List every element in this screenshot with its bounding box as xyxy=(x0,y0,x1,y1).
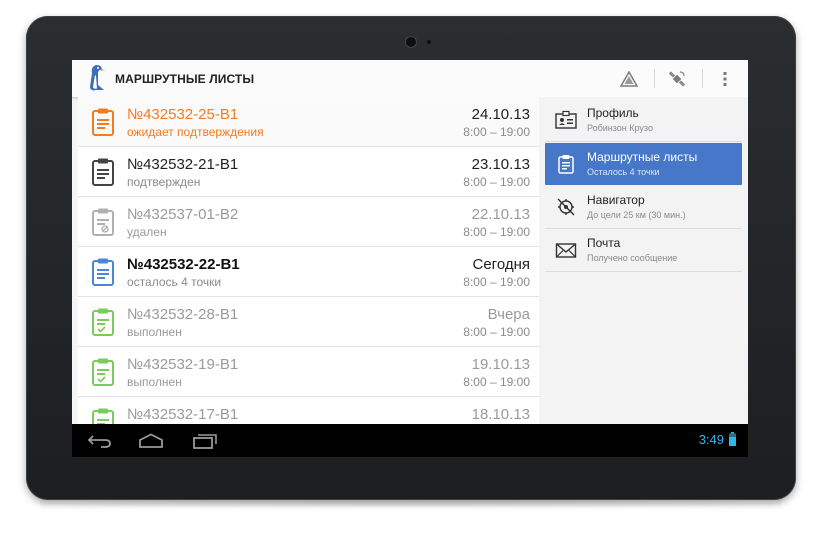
overflow-menu-icon xyxy=(723,71,727,86)
profile-card-icon xyxy=(555,110,577,129)
route-time: 8:00 – 19:00 xyxy=(463,175,530,189)
route-item[interactable]: №432532-28-В1 выполнен Вчера 8:00 – 19:0… xyxy=(78,297,539,347)
back-icon xyxy=(87,434,111,448)
route-time: 8:00 – 19:00 xyxy=(463,325,530,339)
warning-button[interactable] xyxy=(606,60,652,97)
back-button[interactable] xyxy=(82,429,118,452)
navigation-sidebar: Профиль Робинзон Крузо Маршрутные листы … xyxy=(539,97,748,424)
penguin-logo-icon[interactable] xyxy=(84,63,110,93)
route-status: выполнен xyxy=(127,325,182,339)
action-bar: МАРШРУТНЫЕ ЛИСТЫ xyxy=(72,60,748,98)
clipboard-done-icon xyxy=(92,308,114,336)
route-status: удален xyxy=(127,225,167,239)
route-time: 8:00 – 19:00 xyxy=(463,275,530,289)
route-date: Вчера xyxy=(487,306,530,323)
sidebar-item-title: Маршрутные листы xyxy=(587,150,698,164)
sidebar-item-title: Почта xyxy=(587,236,621,250)
route-status: ожидает подтверждения xyxy=(127,125,264,139)
route-item[interactable]: №432532-22-В1 осталось 4 точки Сегодня 8… xyxy=(78,247,539,297)
gps-button[interactable] xyxy=(654,60,700,97)
route-number: №432532-21-В1 xyxy=(127,156,239,173)
route-item[interactable]: №432537-01-В2 удален 22.10.13 8:00 – 19:… xyxy=(78,197,539,247)
route-date: 22.10.13 xyxy=(471,206,530,223)
home-button[interactable] xyxy=(133,429,169,452)
route-date: Сегодня xyxy=(472,256,531,273)
route-number: №432532-25-В1 xyxy=(127,106,239,123)
route-status: осталось 4 точки xyxy=(127,275,222,289)
device-screen: МАРШРУТНЫЕ ЛИСТЫ №432532-25-В1 ожидает п… xyxy=(72,60,748,457)
route-item[interactable]: №432532-19-В1 выполнен 19.10.13 8:00 – 1… xyxy=(78,347,539,397)
sidebar-item-title: Профиль xyxy=(587,106,639,120)
battery-icon xyxy=(729,432,736,446)
clipboard-pending-icon xyxy=(92,108,114,136)
clipboard-icon xyxy=(558,155,574,174)
route-list[interactable]: №432532-25-В1 ожидает подтверждения 24.1… xyxy=(78,97,540,424)
recent-apps-icon xyxy=(193,433,217,449)
recent-apps-button[interactable] xyxy=(187,429,223,452)
sidebar-item-routes[interactable]: Маршрутные листы Осталось 4 точки xyxy=(545,143,742,185)
clipboard-done-icon xyxy=(92,358,114,386)
overflow-menu-button[interactable] xyxy=(702,60,748,97)
gps-satellite-icon xyxy=(668,70,686,87)
route-date: 18.10.13 xyxy=(471,406,530,423)
warning-icon xyxy=(620,70,638,87)
clipboard-done-icon xyxy=(92,408,114,424)
sidebar-item-subtitle: Получено сообщение xyxy=(587,253,678,263)
route-status: подтвержден xyxy=(127,175,201,189)
route-number: №432532-17-В1 xyxy=(127,406,239,423)
clipboard-deleted-icon xyxy=(92,208,114,236)
route-number: №432532-22-В1 xyxy=(127,256,240,273)
app-title: МАРШРУТНЫЕ ЛИСТЫ xyxy=(115,72,255,86)
front-camera xyxy=(406,37,416,47)
route-item[interactable]: №432532-25-В1 ожидает подтверждения 24.1… xyxy=(78,97,539,147)
sidebar-item-mail[interactable]: Почта Получено сообщение xyxy=(545,229,742,272)
home-icon xyxy=(139,432,163,448)
sidebar-item-subtitle: До цели 25 км (30 мин.) xyxy=(587,210,686,220)
route-item[interactable]: №432532-21-В1 подтвержден 23.10.13 8:00 … xyxy=(78,147,539,197)
route-number: №432537-01-В2 xyxy=(127,206,239,223)
route-date: 23.10.13 xyxy=(471,156,530,173)
route-time: 8:00 – 19:00 xyxy=(463,375,530,389)
route-time: 8:00 – 19:00 xyxy=(463,125,530,139)
clipboard-active-icon xyxy=(92,258,114,286)
sidebar-item-navigator[interactable]: Навигатор До цели 25 км (30 мин.) xyxy=(545,186,742,229)
status-clock: 3:49 xyxy=(698,432,724,447)
sidebar-item-title: Навигатор xyxy=(587,193,645,207)
system-nav-bar: 3:49 xyxy=(72,424,748,457)
sidebar-item-profile[interactable]: Профиль Робинзон Крузо xyxy=(545,99,742,142)
route-status: выполнен xyxy=(127,375,182,389)
light-sensor xyxy=(427,40,431,44)
clipboard-confirmed-icon xyxy=(92,158,114,186)
route-date: 19.10.13 xyxy=(471,356,530,373)
route-time: 8:00 – 19:00 xyxy=(463,225,530,239)
route-item[interactable]: №432532-17-В1 18.10.13 xyxy=(78,397,539,424)
sidebar-item-subtitle: Осталось 4 точки xyxy=(587,167,660,177)
navigator-icon xyxy=(557,198,575,216)
route-number: №432532-19-В1 xyxy=(127,356,239,373)
route-number: №432532-28-В1 xyxy=(127,306,239,323)
route-date: 24.10.13 xyxy=(471,106,530,123)
sidebar-item-subtitle: Робинзон Крузо xyxy=(587,123,653,133)
mail-icon xyxy=(555,243,577,258)
